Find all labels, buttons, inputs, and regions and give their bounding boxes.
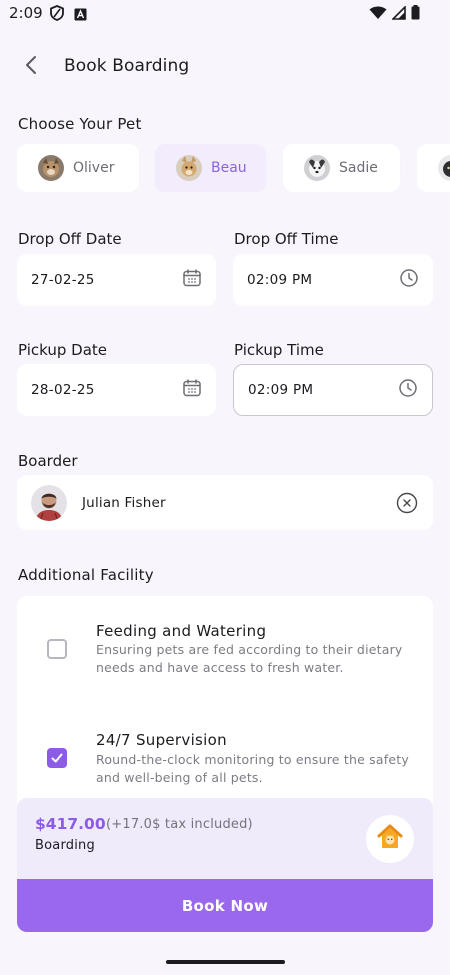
drop-off-date-value: 27-02-25	[31, 272, 95, 288]
facility-card: Feeding and Watering Ensuring pets are f…	[17, 596, 433, 816]
tax-note: (+17.0$ tax included)	[106, 817, 253, 832]
pet-house-icon	[376, 823, 404, 855]
pets-row: Oliver Beau Sadie	[17, 144, 450, 192]
status-right-icons	[369, 5, 420, 24]
pickup-time-field[interactable]: 02:09 PM	[233, 364, 433, 416]
pickup-time-value: 02:09 PM	[248, 382, 314, 398]
pickup-date-field[interactable]: 28-02-25	[17, 364, 216, 416]
pet-name-sadie: Sadie	[339, 160, 378, 176]
pet-chip-beau[interactable]: Beau	[155, 144, 266, 192]
drop-off-time-field[interactable]: 02:09 PM	[233, 254, 433, 306]
drop-off-time-label: Drop Off Time	[234, 230, 339, 248]
pet-name-beau: Beau	[211, 160, 247, 176]
choose-pet-title: Choose Your Pet	[18, 115, 142, 133]
status-left-icons	[50, 5, 87, 25]
facility-title-supervision: 24/7 Supervision	[96, 731, 227, 749]
pickup-date-label: Pickup Date	[18, 341, 108, 359]
boarder-name: Julian Fisher	[82, 494, 166, 511]
calendar-icon	[182, 378, 202, 402]
pickup-time-label: Pickup Time	[234, 341, 324, 359]
pet-chip-sadie[interactable]: Sadie	[283, 144, 400, 192]
pet-avatar-beau	[176, 155, 202, 181]
pet-avatar-fourth	[438, 155, 450, 181]
clear-icon[interactable]	[396, 492, 418, 518]
boarder-avatar	[31, 484, 67, 521]
facility-checkbox-feeding[interactable]	[47, 639, 67, 659]
clock-icon	[398, 378, 418, 402]
signal-icon	[391, 5, 406, 24]
pickup-date-value: 28-02-25	[31, 382, 95, 398]
pet-chip-oliver[interactable]: Oliver	[17, 144, 139, 192]
clock-icon	[399, 268, 419, 292]
wifi-icon	[369, 5, 387, 24]
status-time: 2:09	[9, 4, 43, 22]
pet-avatar-oliver	[38, 155, 64, 181]
drop-off-date-field[interactable]: 27-02-25	[17, 254, 216, 306]
facility-desc-supervision: Round-the-clock monitoring to ensure the…	[96, 752, 409, 785]
pet-avatar-sadie	[304, 155, 330, 181]
facility-checkbox-supervision[interactable]	[47, 748, 67, 768]
drop-off-time-value: 02:09 PM	[247, 272, 313, 288]
chevron-left-icon	[24, 55, 38, 79]
boarder-label: Boarder	[18, 452, 78, 470]
pet-name-oliver: Oliver	[73, 160, 115, 176]
drop-off-date-label: Drop Off Date	[18, 230, 122, 248]
shield-icon	[50, 5, 64, 25]
pet-chip-fourth[interactable]	[417, 144, 450, 192]
battery-icon	[411, 5, 420, 24]
back-button[interactable]	[18, 54, 44, 80]
total-price: $417.00	[35, 815, 106, 833]
service-icon-wrap	[366, 815, 414, 863]
home-indicator[interactable]	[166, 960, 285, 964]
additional-facility-title: Additional Facility	[18, 566, 154, 584]
boarder-field[interactable]: Julian Fisher	[17, 475, 433, 530]
checkmark-icon	[51, 753, 63, 763]
calendar-icon	[182, 268, 202, 292]
facility-item-feeding[interactable]: Feeding and Watering Ensuring pets are f…	[17, 596, 433, 706]
page-title: Book Boarding	[64, 56, 190, 76]
service-name: Boarding	[35, 838, 95, 853]
facility-title-feeding: Feeding and Watering	[96, 622, 267, 640]
book-now-button[interactable]: Book Now	[17, 879, 433, 932]
price-summary: $417.00 (+17.0$ tax included) Boarding	[17, 798, 433, 882]
font-icon	[74, 6, 87, 25]
facility-desc-feeding: Ensuring pets are fed according to their…	[96, 642, 403, 675]
